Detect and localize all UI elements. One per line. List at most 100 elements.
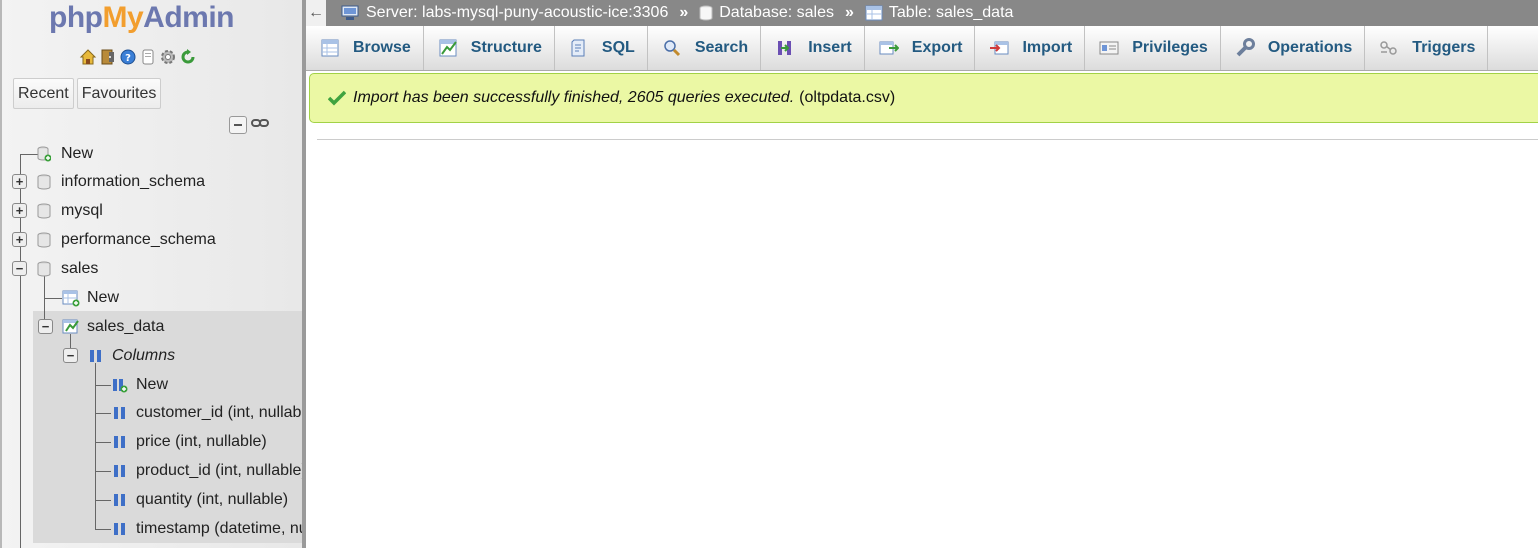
tab-label: Export [911,39,963,56]
nav-tabs: Recent Favourites [13,78,162,109]
tree-line [95,442,111,443]
tree-item-db-mysql[interactable]: mysql [37,200,103,222]
svg-text:?: ? [125,53,131,64]
collapse-all-icon[interactable] [229,116,247,134]
success-message-text: Import has been successfully finished, 2… [353,89,795,106]
breadcrumb: ← Server: labs-mysql-puny-acoustic-ice:3… [306,0,1538,26]
recent-tab[interactable]: Recent [13,78,74,109]
server-icon [341,5,359,20]
tree-item-new-database[interactable]: New [37,143,93,165]
tab-import[interactable]: Import [975,26,1086,70]
tree-item-db-sales[interactable]: sales [37,258,98,280]
expand-button[interactable]: + [12,232,27,247]
tree-item-new-table[interactable]: New [62,287,119,309]
nav-quick-links: ? [79,48,197,66]
tree-item-label: sales_data [87,318,165,335]
breadcrumb-database-label: Database: sales [719,4,834,21]
tab-sql[interactable]: SQL [555,26,648,70]
column-icon [114,465,125,477]
tab-privileges[interactable]: Privileges [1085,26,1221,70]
logo-part-php: php [49,1,103,34]
tree-item-label: timestamp (datetime, nullable) [136,520,303,537]
tree-item-label: New [136,376,169,393]
tab-browse[interactable]: Browse [306,26,424,70]
export-icon [879,38,899,58]
tree-item-label: Columns [112,347,176,364]
breadcrumb-database[interactable]: Database: sales [699,4,834,22]
favourites-tab[interactable]: Favourites [76,78,162,109]
tab-triggers[interactable]: Triggers [1365,26,1489,70]
database-icon [37,232,51,248]
collapse-nav-arrow-icon[interactable]: ← [306,0,326,26]
tree-item-column[interactable]: quantity (int, nullable) [112,489,288,511]
table-icon [865,5,883,21]
collapse-button[interactable]: − [63,348,78,363]
breadcrumb-table-label: Table: sales_data [888,4,1014,21]
logo-part-my: My [102,1,144,34]
docs-icon[interactable] [139,48,157,66]
tree-item-column[interactable]: product_id (int, nullable) [112,460,303,482]
table-tab-bar: Browse Structure SQL Search Insert Expor… [306,26,1538,71]
tab-structure[interactable]: Structure [424,26,555,70]
tree-line [44,298,62,299]
collapse-button[interactable]: − [12,261,27,276]
home-icon[interactable] [79,48,97,66]
import-icon [989,38,1009,58]
tree-item-label: mysql [61,202,103,219]
triggers-icon [1379,38,1399,58]
tree-item-label: quantity (int, nullable) [136,491,289,508]
breadcrumb-table[interactable]: Table: sales_data [865,4,1014,22]
tab-label: Privileges [1132,39,1208,56]
tree-line [95,363,96,529]
logo-part-admin: Admin [143,1,234,34]
tree-item-table-sales-data[interactable]: sales_data [62,316,164,338]
help-icon[interactable]: ? [119,48,137,66]
tab-operations[interactable]: Operations [1221,26,1366,70]
privileges-icon [1099,38,1119,58]
tree-item-db-information-schema[interactable]: information_schema [37,171,205,193]
expand-button[interactable]: + [12,174,27,189]
database-icon [37,203,51,219]
tree-item-columns[interactable]: Columns [88,345,175,367]
phpmyadmin-logo[interactable]: phpMyAdmin [49,1,234,35]
navigation-panel: phpMyAdmin ? Recent Favourites New + inf… [0,0,303,548]
column-icon [114,494,125,506]
tree-item-label: information_schema [61,173,206,190]
tab-export[interactable]: Export [865,26,976,70]
tree-item-label: sales [61,260,99,277]
database-icon [37,174,51,190]
link-with-main-panel-icon[interactable] [251,116,269,134]
tree-item-column[interactable]: price (int, nullable) [112,431,267,453]
operations-icon [1235,38,1255,58]
nav-left-border [0,0,2,548]
nav-resizer[interactable] [302,0,306,548]
database-icon [699,5,713,21]
breadcrumb-server-label: Server: labs-mysql-puny-acoustic-ice:330… [366,4,669,21]
insert-icon [775,38,795,58]
reload-icon[interactable] [179,48,197,66]
tab-search[interactable]: Search [648,26,762,70]
tree-item-new-column[interactable]: New [112,374,168,396]
tree-line [20,154,38,155]
tree-item-column[interactable]: timestamp (datetime, nullable) [112,518,303,540]
tree-line [95,413,111,414]
breadcrumb-separator: » [844,4,854,21]
checkmark-icon [328,90,346,106]
exit-icon[interactable] [99,48,117,66]
tab-label: Insert [808,39,852,56]
tree-item-column[interactable]: customer_id (int, nullable) [112,402,303,424]
tab-label: Import [1022,39,1073,56]
table-structure-icon [62,319,79,334]
tree-item-label: customer_id (int, nullable) [136,404,303,421]
settings-icon[interactable] [159,48,177,66]
breadcrumb-server[interactable]: Server: labs-mysql-puny-acoustic-ice:330… [340,4,668,22]
column-icon [114,436,125,448]
imported-file-name: (oltpdata.csv) [799,89,896,106]
tree-item-db-performance-schema[interactable]: performance_schema [37,229,216,251]
tree-item-label: price (int, nullable) [136,433,267,450]
success-message: Import has been successfully finished, 2… [309,73,1538,123]
collapse-button[interactable]: − [38,319,53,334]
expand-button[interactable]: + [12,203,27,218]
content-divider [317,139,1538,140]
tab-insert[interactable]: Insert [761,26,865,70]
